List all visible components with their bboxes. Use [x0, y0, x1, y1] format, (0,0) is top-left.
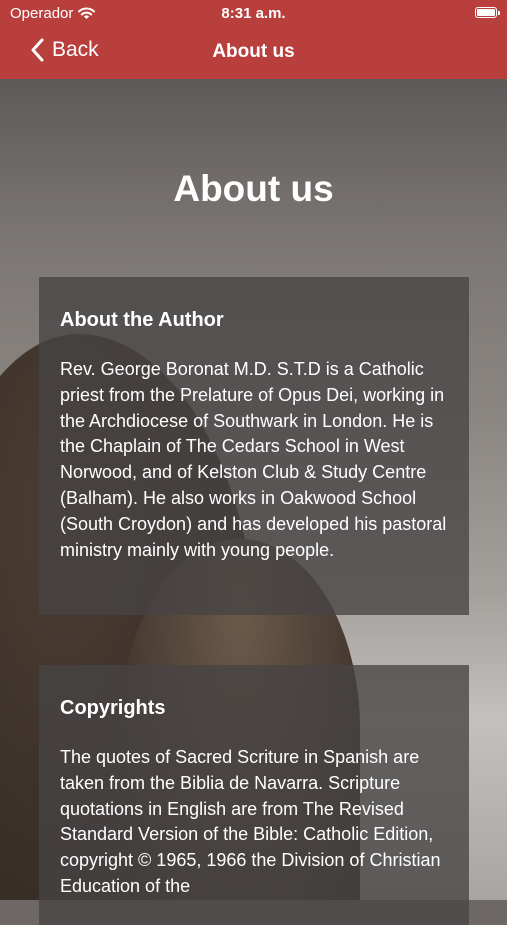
copyrights-heading: Copyrights: [60, 697, 166, 719]
page-title: About us: [173, 168, 334, 209]
about-author-heading: About the Author: [60, 309, 224, 331]
chevron-left-icon: [31, 38, 44, 62]
copyrights-card: Copyrights The quotes of Sacred Scriture…: [39, 665, 469, 925]
back-label: Back: [52, 38, 99, 61]
about-author-text: Rev. George Boronat M.D. S.T.D is a Cath…: [60, 359, 447, 560]
battery-icon: [475, 7, 500, 18]
status-time: 8:31 a.m.: [221, 5, 286, 22]
copyrights-text: The quotes of Sacred Scriture in Spanish…: [60, 747, 441, 896]
back-button[interactable]: Back: [30, 38, 99, 62]
status-bar: Operador 8:31 a.m.: [0, 0, 507, 28]
navigation-bar: Back About us: [0, 28, 507, 79]
about-author-card: About the Author Rev. George Boronat M.D…: [39, 277, 469, 615]
